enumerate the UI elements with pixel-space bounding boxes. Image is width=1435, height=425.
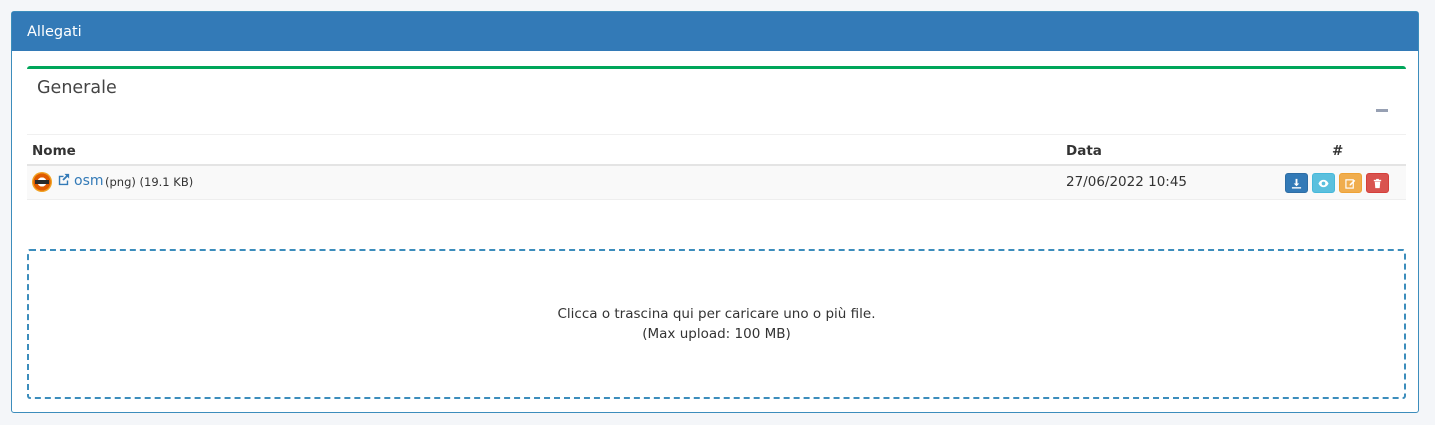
dropzone-instruction: Clicca o trascina qui per caricare uno o… (557, 306, 876, 322)
panel-header: Allegati (12, 12, 1418, 51)
trash-icon (1373, 178, 1382, 188)
upload-dropzone[interactable]: Clicca o trascina qui per caricare uno o… (27, 249, 1406, 399)
table-row: osm (png) (19.1 KB) 27/06/2022 10:45 (27, 166, 1406, 200)
file-size: (19.1 KB) (139, 175, 194, 189)
file-meta: (png) (19.1 KB) (105, 175, 193, 189)
file-type: (png) (105, 175, 136, 189)
column-header-name: Nome (32, 143, 76, 159)
file-link[interactable]: osm (74, 173, 104, 189)
file-thumbnail-icon (32, 172, 52, 192)
column-header-date: Data (1066, 143, 1102, 159)
attachments-table: Nome Data # osm (png) (19.1 KB) 27/06/20 (27, 135, 1406, 200)
row-actions (1285, 173, 1389, 193)
external-link-icon[interactable] (56, 172, 71, 187)
eye-icon (1318, 179, 1329, 187)
file-date: 27/06/2022 10:45 (1066, 174, 1188, 190)
collapse-minus-icon[interactable] (1376, 109, 1388, 112)
table-header: Nome Data # (27, 135, 1406, 166)
section-title: Generale (37, 78, 117, 98)
edit-button[interactable] (1339, 173, 1362, 193)
attachments-panel: Allegati Generale Nome Data # osm (png) … (11, 11, 1419, 413)
column-header-actions: # (1332, 143, 1344, 159)
download-icon (1291, 178, 1302, 189)
panel-title: Allegati (27, 23, 82, 40)
delete-button[interactable] (1366, 173, 1389, 193)
box-header: Generale (27, 69, 1406, 135)
download-button[interactable] (1285, 173, 1308, 193)
edit-icon (1345, 178, 1356, 189)
dropzone-limit: (Max upload: 100 MB) (642, 326, 791, 342)
view-button[interactable] (1312, 173, 1335, 193)
attachments-box: Generale Nome Data # osm (png) (19.1 KB)… (27, 66, 1406, 200)
